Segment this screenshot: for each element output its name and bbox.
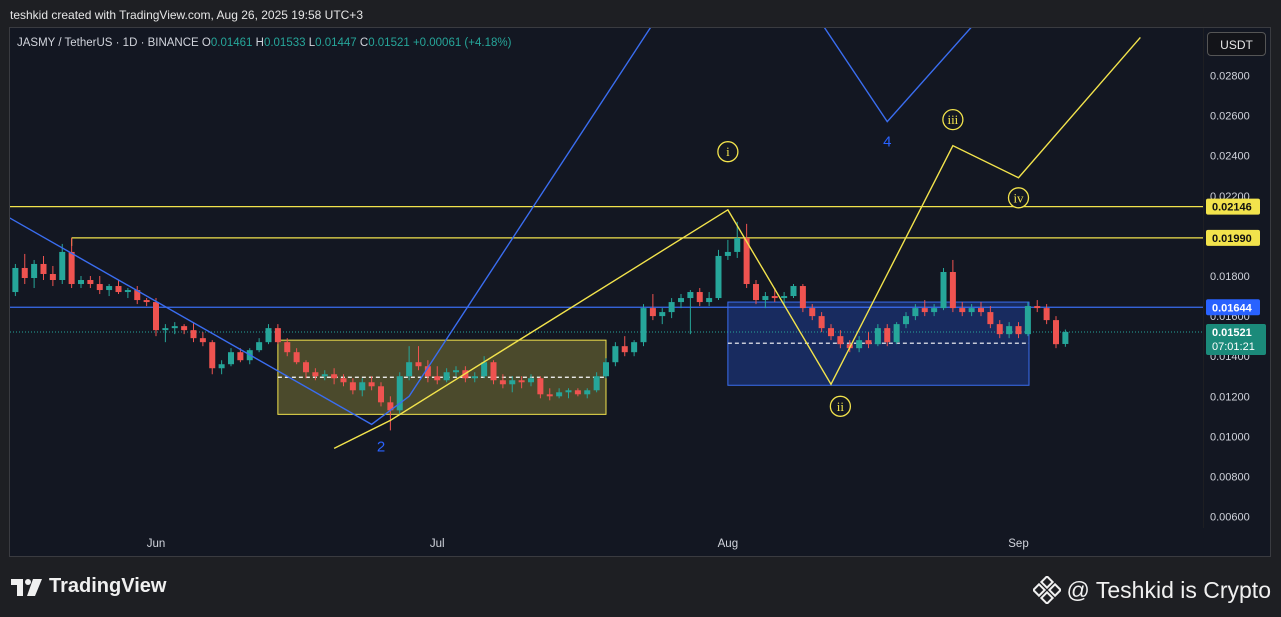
tradingview-logo-icon bbox=[11, 578, 42, 596]
tradingview-logo[interactable]: TradingView bbox=[11, 575, 166, 598]
currency-button[interactable]: USDT bbox=[1207, 32, 1266, 56]
author-watermark: @ Teshkid is Crypto bbox=[1032, 576, 1271, 604]
tradingview-logo-text: TradingView bbox=[49, 575, 167, 597]
watermark-text: @ Teshkid is Crypto bbox=[1066, 576, 1271, 603]
chart-frame bbox=[9, 27, 1271, 557]
binance-icon bbox=[1032, 576, 1061, 604]
